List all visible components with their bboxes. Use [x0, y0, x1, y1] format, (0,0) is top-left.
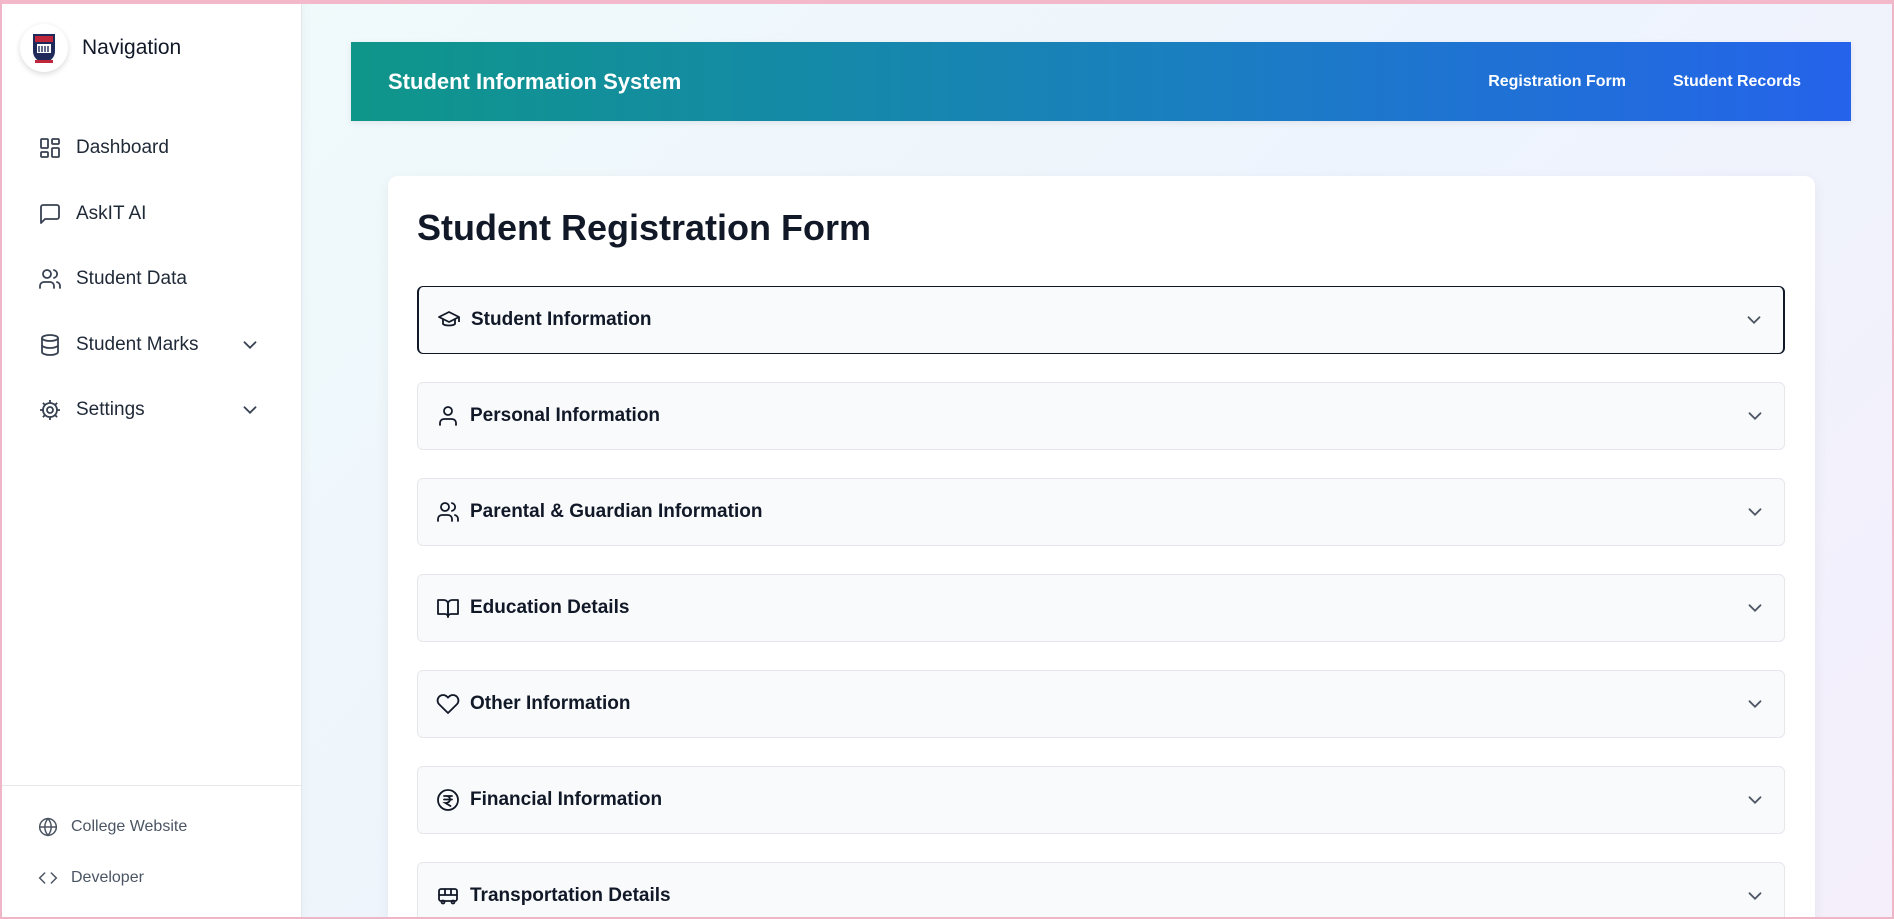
registration-form-card: Student Registration Form Student Inform…: [388, 176, 1815, 919]
sidebar: Navigation Dashboard AskIT AI Student Da…: [0, 0, 302, 919]
sidebar-item-settings[interactable]: Settings: [0, 383, 301, 437]
sidebar-brand[interactable]: Navigation: [20, 22, 181, 74]
chevron-down-icon: [1744, 501, 1766, 523]
dashboard-icon: [38, 136, 62, 160]
student-records-link[interactable]: Student Records: [1673, 73, 1801, 91]
globe-icon: [38, 817, 58, 837]
section-label: Transportation Details: [470, 885, 671, 906]
registration-form-link[interactable]: Registration Form: [1488, 73, 1626, 91]
section-label: Other Information: [470, 693, 631, 714]
sidebar-title: Navigation: [82, 36, 182, 59]
chevron-down-icon: [1744, 597, 1766, 619]
developer-link[interactable]: Developer: [0, 865, 301, 891]
section-label: Financial Information: [470, 789, 663, 810]
gear-icon: [38, 398, 62, 422]
book-open-icon: [436, 596, 460, 620]
college-logo: [20, 24, 68, 72]
section-transportation-details[interactable]: Transportation Details: [417, 862, 1785, 919]
users-icon: [436, 500, 460, 524]
sidebar-item-dashboard[interactable]: Dashboard: [0, 121, 301, 175]
database-icon: [38, 333, 62, 357]
sidebar-item-label: Student Marks: [76, 333, 199, 355]
sidebar-item-askit-ai[interactable]: AskIT AI: [0, 187, 301, 241]
heart-icon: [436, 692, 460, 716]
chevron-down-icon: [1744, 789, 1766, 811]
college-website-label: College Website: [71, 818, 188, 835]
sidebar-item-label: Student Data: [76, 268, 187, 289]
section-student-information[interactable]: Student Information: [417, 286, 1785, 354]
header-nav: Registration Form Student Records: [1488, 73, 1801, 91]
section-other-information[interactable]: Other Information: [417, 670, 1785, 738]
chat-icon: [38, 202, 62, 226]
developer-label: Developer: [71, 869, 144, 886]
section-financial-information[interactable]: Financial Information: [417, 766, 1785, 834]
page-title: Student Registration Form: [417, 207, 872, 248]
section-label: Student Information: [471, 309, 652, 330]
sidebar-item-label: AskIT AI: [76, 202, 147, 224]
section-label: Education Details: [470, 597, 630, 618]
bus-icon: [436, 884, 460, 908]
chevron-down-icon: [1744, 405, 1766, 427]
chevron-down-icon[interactable]: [239, 399, 261, 421]
graduation-cap-icon: [437, 308, 461, 332]
chevron-down-icon: [1744, 885, 1766, 907]
app-header: Student Information System Registration …: [351, 42, 1851, 121]
chevron-down-icon: [1744, 693, 1766, 715]
sidebar-nav: Dashboard AskIT AI Student Data Student …: [0, 121, 301, 449]
sidebar-item-label: Settings: [76, 399, 145, 420]
rupee-circle-icon: [436, 788, 460, 812]
section-label: Parental & Guardian Information: [470, 501, 763, 522]
app-title: Student Information System: [388, 68, 682, 94]
sidebar-item-label: Dashboard: [76, 137, 169, 158]
sidebar-item-student-marks[interactable]: Student Marks: [0, 318, 301, 372]
chevron-down-icon: [1743, 309, 1765, 331]
sidebar-item-student-data[interactable]: Student Data: [0, 252, 301, 306]
code-icon: [38, 868, 58, 888]
section-parental-guardian-information[interactable]: Parental & Guardian Information: [417, 478, 1785, 546]
section-personal-information[interactable]: Personal Information: [417, 382, 1785, 450]
college-website-link[interactable]: College Website: [0, 814, 301, 840]
section-education-details[interactable]: Education Details: [417, 574, 1785, 642]
section-label: Personal Information: [470, 405, 661, 426]
user-icon: [436, 404, 460, 428]
chevron-down-icon[interactable]: [239, 334, 261, 356]
users-icon: [38, 267, 62, 291]
sidebar-footer: College Website Developer: [0, 785, 301, 919]
